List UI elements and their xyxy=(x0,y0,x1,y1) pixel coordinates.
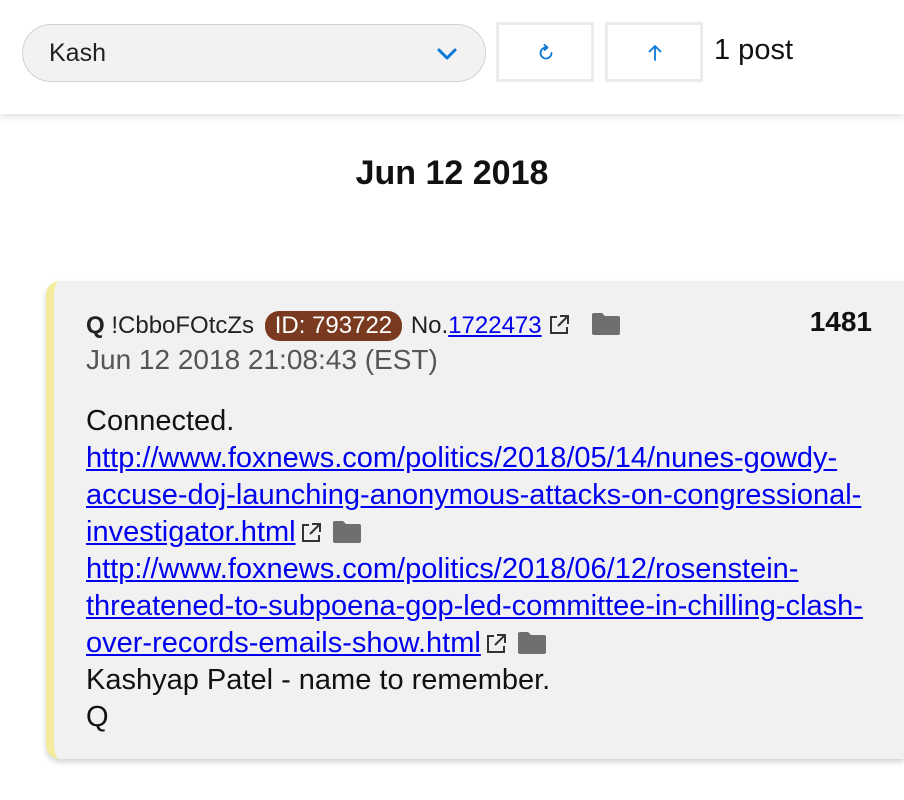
folder-icon[interactable] xyxy=(591,312,621,336)
date-header: Jun 12 2018 xyxy=(355,154,549,192)
filter-select[interactable]: Kash xyxy=(22,24,486,82)
post-count: 1 post xyxy=(714,34,793,66)
external-link-icon[interactable] xyxy=(485,633,507,655)
refresh-button[interactable] xyxy=(496,22,594,82)
post-meta: Q !CbboFOtcZs ID: 793722 No.1722473 xyxy=(86,311,621,341)
post-author: Q xyxy=(86,312,105,339)
refresh-icon xyxy=(539,44,553,60)
post-line-connected: Connected. xyxy=(86,405,235,437)
post-no-link[interactable]: 1722473 xyxy=(448,312,541,339)
post-body: Connected. http://www.foxnews.com/politi… xyxy=(86,403,886,736)
chevron-down-icon xyxy=(437,48,457,60)
external-link-icon[interactable] xyxy=(548,314,570,336)
arrow-up-icon xyxy=(648,45,662,61)
post-link-1-block: http://www.foxnews.com/politics/2018/05/… xyxy=(86,440,886,551)
post-no-prefix: No. xyxy=(410,312,449,339)
external-link-icon[interactable] xyxy=(300,522,322,544)
post-signature: Q xyxy=(86,701,109,733)
toolbar: Kash 1 post xyxy=(0,0,904,114)
post-timestamp: Jun 12 2018 21:08:43 (EST) xyxy=(86,344,438,375)
post-link-2-block: http://www.foxnews.com/politics/2018/06/… xyxy=(86,551,886,662)
post-card: Q !CbboFOtcZs ID: 793722 No.1722473 1481… xyxy=(46,281,904,759)
post-link-1[interactable]: http://www.foxnews.com/politics/2018/05/… xyxy=(86,442,861,548)
post-tripcode: !CbboFOtcZs xyxy=(111,312,255,339)
folder-icon[interactable] xyxy=(517,631,547,655)
folder-icon[interactable] xyxy=(332,520,362,544)
post-link-2[interactable]: http://www.foxnews.com/politics/2018/06/… xyxy=(86,553,863,659)
filter-select-value: Kash xyxy=(49,39,106,67)
post-line-kashyap: Kashyap Patel - name to remember. xyxy=(86,664,551,696)
id-badge[interactable]: ID: 793722 xyxy=(264,311,403,341)
scroll-up-button[interactable] xyxy=(605,22,703,82)
post-number: 1481 xyxy=(809,306,872,337)
